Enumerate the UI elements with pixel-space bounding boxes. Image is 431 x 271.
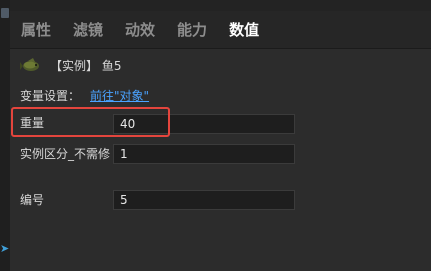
tab-values[interactable]: 数值 — [229, 20, 259, 40]
variable-settings-label: 变量设置： — [20, 88, 81, 103]
number-input[interactable]: 5 — [113, 190, 295, 210]
fish-icon — [20, 58, 39, 71]
weight-input[interactable]: 40 — [113, 114, 295, 134]
tab-abilities[interactable]: 能力 — [177, 20, 207, 40]
left-sidebar-strip: ➤ — [0, 0, 10, 271]
instance-distinguish-input[interactable]: 1 — [113, 144, 295, 164]
panel-marker-icon — [1, 8, 9, 18]
arrow-icon[interactable]: ➤ — [0, 242, 10, 256]
weight-label: 重量 — [20, 116, 45, 130]
object-header: 【实例】 鱼5 — [10, 50, 431, 80]
tab-properties[interactable]: 属性 — [21, 20, 51, 40]
number-label: 编号 — [20, 193, 45, 207]
tab-filters[interactable]: 滤镜 — [73, 20, 103, 40]
tab-bar: 属性 滤镜 动效 能力 数值 — [10, 11, 431, 49]
properties-panel: ➤ 属性 滤镜 动效 能力 数值 【实例】 鱼5 变量设置： 前往"对象" 重量… — [0, 0, 431, 271]
object-name: 【实例】 鱼5 — [50, 58, 122, 73]
goto-object-link[interactable]: 前往"对象" — [90, 87, 149, 104]
top-bar — [10, 0, 431, 11]
tab-animations[interactable]: 动效 — [125, 20, 155, 40]
instance-distinguish-label: 实例区分_不需修 — [20, 147, 111, 161]
variable-settings-row: 变量设置： 前往"对象" — [20, 86, 149, 104]
